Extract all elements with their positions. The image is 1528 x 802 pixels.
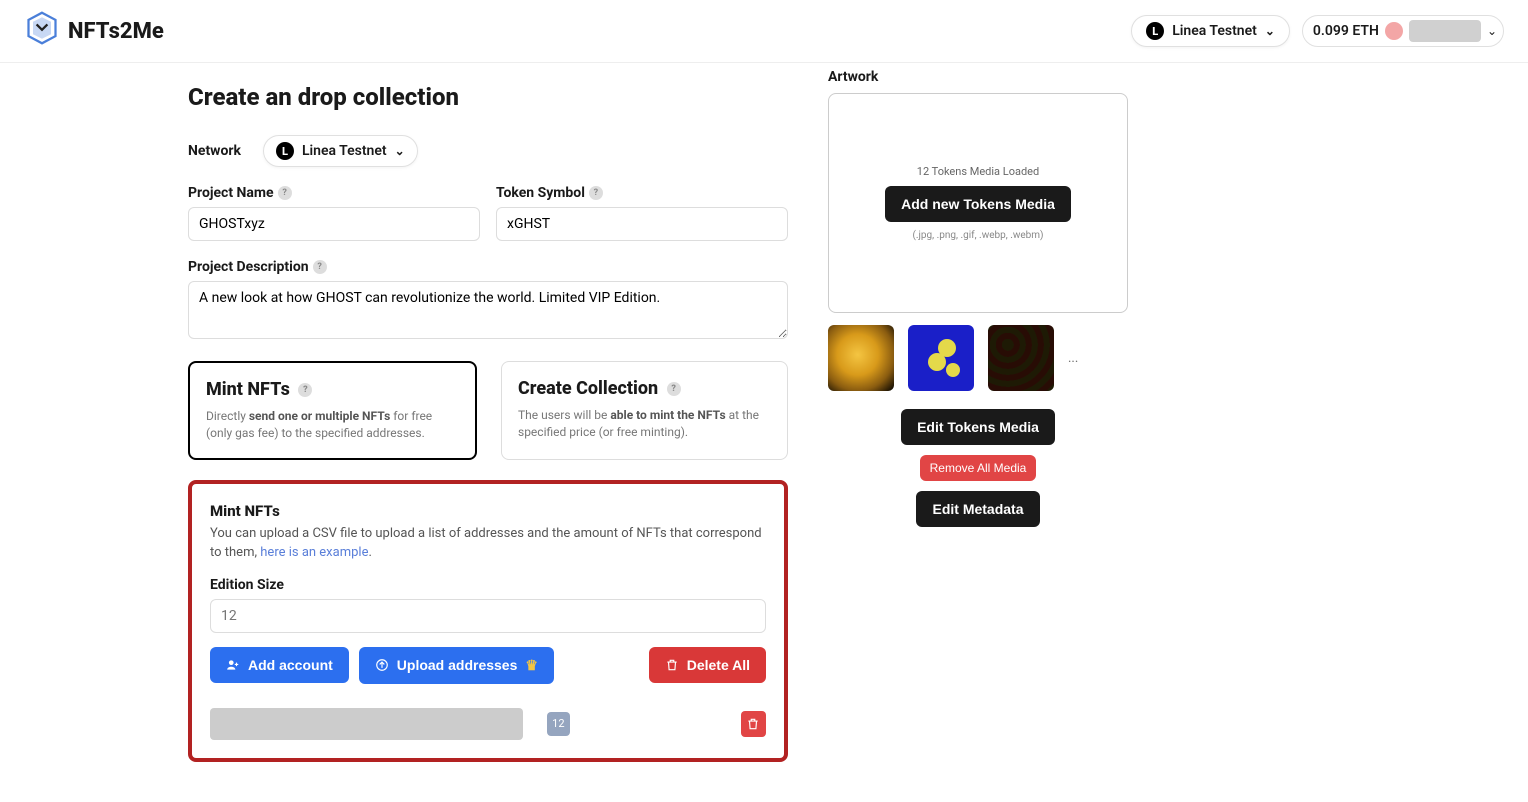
token-symbol-label: Token Symbol? [496, 185, 788, 201]
option-create-collection[interactable]: Create Collection ? The users will be ab… [501, 361, 788, 460]
address-row: 12 [210, 708, 766, 740]
main: Create an drop collection Network L Line… [164, 63, 1364, 802]
eth-balance: 0.099 ETH [1313, 23, 1379, 39]
network-value: Linea Testnet [302, 143, 387, 159]
tokens-loaded-text: 12 Tokens Media Loaded [917, 165, 1039, 178]
network-row: Network L Linea Testnet ⌄ [188, 135, 788, 167]
help-icon[interactable]: ? [298, 383, 312, 397]
left-column: Create an drop collection Network L Line… [188, 63, 788, 762]
chevron-down-icon: ⌄ [1487, 24, 1497, 38]
wallet-selector[interactable]: 0.099 ETH ⌄ [1302, 15, 1504, 47]
thumbnail-3[interactable] [988, 325, 1054, 391]
delete-row-button[interactable] [741, 711, 766, 737]
network-field-label: Network [188, 143, 241, 159]
mint-panel-title: Mint NFTs [210, 502, 766, 520]
edit-tokens-media-button[interactable]: Edit Tokens Media [901, 409, 1055, 445]
header-right: L Linea Testnet ⌄ 0.099 ETH ⌄ [1131, 15, 1504, 47]
network-icon: L [1146, 22, 1164, 40]
artwork-label: Artwork [828, 69, 1128, 85]
logo-icon [24, 10, 60, 52]
network-selector[interactable]: L Linea Testnet ⌄ [1131, 15, 1290, 47]
edition-size-input[interactable] [210, 599, 766, 633]
artwork-actions: Edit Tokens Media Remove All Media Edit … [828, 409, 1128, 527]
name-symbol-row: Project Name? Token Symbol? [188, 185, 788, 241]
help-icon[interactable]: ? [313, 260, 327, 274]
thumbnails: ... [828, 325, 1128, 391]
description-label: Project Description? [188, 259, 788, 275]
help-icon[interactable]: ? [589, 186, 603, 200]
help-icon[interactable]: ? [278, 186, 292, 200]
chevron-down-icon: ⌄ [395, 144, 405, 158]
network-icon: L [276, 142, 294, 160]
crown-icon: ♛ [525, 657, 538, 674]
mint-panel-desc: You can upload a CSV file to upload a li… [210, 524, 766, 563]
description-input[interactable] [188, 281, 788, 339]
more-thumbnails[interactable]: ... [1068, 351, 1078, 366]
thumbnail-2[interactable] [908, 325, 974, 391]
edit-metadata-button[interactable]: Edit Metadata [916, 491, 1039, 527]
network-dropdown[interactable]: L Linea Testnet ⌄ [263, 135, 418, 167]
network-label: Linea Testnet [1172, 23, 1257, 39]
edition-size-label: Edition Size [210, 577, 766, 593]
token-symbol-input[interactable] [496, 207, 788, 241]
help-icon[interactable]: ? [667, 382, 681, 396]
logo[interactable]: NFTs2Me [24, 10, 164, 52]
thumbnail-1[interactable] [828, 325, 894, 391]
format-hint: (.jpg, .png, .gif, .webp, .webm) [912, 230, 1043, 241]
avatar-icon [1385, 22, 1403, 40]
delete-all-button[interactable]: Delete All [649, 647, 766, 683]
mint-panel: Mint NFTs You can upload a CSV file to u… [188, 480, 788, 762]
remove-all-media-button[interactable]: Remove All Media [920, 455, 1037, 481]
wallet-address [1409, 20, 1481, 42]
brand-text: NFTs2Me [68, 19, 164, 44]
mint-buttons: Add account Upload addresses ♛ Delete Al… [210, 647, 766, 684]
csv-example-link[interactable]: here is an example [260, 545, 368, 560]
page-title: Create an drop collection [188, 83, 788, 111]
artwork-dropzone[interactable]: 12 Tokens Media Loaded Add new Tokens Me… [828, 93, 1128, 313]
project-name-input[interactable] [188, 207, 480, 241]
header: NFTs2Me L Linea Testnet ⌄ 0.099 ETH ⌄ [0, 0, 1528, 63]
count-badge: 12 [547, 712, 570, 736]
address-input[interactable] [210, 708, 523, 740]
option-mint-nfts[interactable]: Mint NFTs ? Directly send one or multipl… [188, 361, 477, 460]
project-name-label: Project Name? [188, 185, 480, 201]
option-cards: Mint NFTs ? Directly send one or multipl… [188, 361, 788, 460]
add-tokens-media-button[interactable]: Add new Tokens Media [885, 186, 1071, 222]
add-account-button[interactable]: Add account [210, 647, 349, 683]
chevron-down-icon: ⌄ [1265, 24, 1275, 38]
upload-addresses-button[interactable]: Upload addresses ♛ [359, 647, 554, 684]
right-column: Artwork 12 Tokens Media Loaded Add new T… [828, 63, 1128, 762]
description-row: Project Description? [188, 259, 788, 343]
